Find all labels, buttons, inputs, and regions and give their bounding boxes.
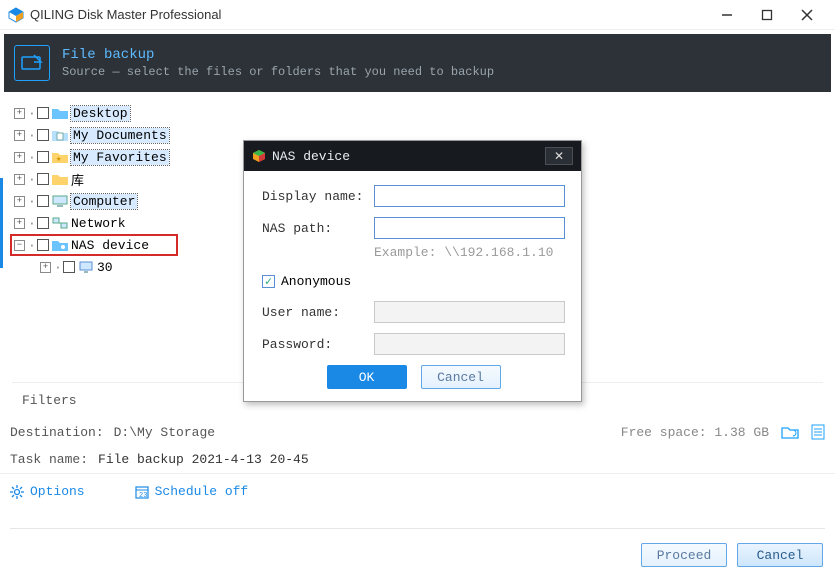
- tree-checkbox[interactable]: [63, 261, 75, 273]
- password-input[interactable]: [374, 333, 565, 355]
- file-backup-icon: [14, 45, 50, 81]
- tree-item-computer[interactable]: +·Computer: [12, 190, 242, 212]
- display-name-label: Display name:: [262, 189, 374, 204]
- tree-checkbox[interactable]: [37, 239, 49, 251]
- anonymous-label: Anonymous: [281, 274, 351, 289]
- footer-buttons: Proceed Cancel: [641, 543, 823, 567]
- tree-checkbox[interactable]: [37, 195, 49, 207]
- expand-toggle[interactable]: +: [14, 196, 25, 207]
- username-label: User name:: [262, 305, 374, 320]
- tree-checkbox[interactable]: [37, 129, 49, 141]
- expand-toggle[interactable]: +: [14, 152, 25, 163]
- computer-icon: [52, 194, 68, 208]
- dialog-titlebar: NAS device ✕: [244, 141, 581, 171]
- svg-text:23: 23: [139, 492, 147, 499]
- dialog-close-button[interactable]: ✕: [545, 147, 573, 165]
- expand-toggle[interactable]: +: [14, 108, 25, 119]
- calendar-icon: 23: [135, 485, 149, 499]
- browse-destination-icon[interactable]: [781, 425, 799, 439]
- calc-space-icon[interactable]: [811, 424, 825, 440]
- schedule-button[interactable]: 23 Schedule off: [135, 484, 249, 499]
- tree-item-nas-device[interactable]: −·NAS device: [10, 234, 178, 256]
- tree-checkbox[interactable]: [37, 217, 49, 229]
- tree-item-label: My Documents: [71, 128, 169, 143]
- tree-item-desktop[interactable]: +·Desktop: [12, 102, 242, 124]
- tree-checkbox[interactable]: [37, 151, 49, 163]
- folder-star-icon: ★: [52, 150, 68, 164]
- task-row: Task name: File backup 2021-4-13 20-45: [0, 446, 835, 473]
- task-name-value[interactable]: File backup 2021-4-13 20-45: [98, 452, 309, 467]
- cancel-button[interactable]: Cancel: [737, 543, 823, 567]
- tree-item-30[interactable]: +·30: [12, 256, 242, 278]
- tree-item-my-documents[interactable]: +·My Documents: [12, 124, 242, 146]
- gear-icon: [10, 485, 24, 499]
- app-logo-icon: [8, 7, 24, 23]
- tree-checkbox[interactable]: [37, 107, 49, 119]
- schedule-label: Schedule off: [155, 484, 249, 499]
- dialog-cancel-button[interactable]: Cancel: [421, 365, 501, 389]
- task-name-label: Task name:: [10, 452, 88, 467]
- folder-doc-icon: [52, 128, 68, 142]
- tree-item-my-favorites[interactable]: +·★My Favorites: [12, 146, 242, 168]
- expand-toggle[interactable]: +: [14, 218, 25, 229]
- page-title: File backup: [62, 47, 494, 63]
- tree-item-label: NAS device: [71, 238, 149, 253]
- tree-item-label: 30: [97, 260, 113, 275]
- nas-path-input[interactable]: [374, 217, 565, 239]
- tree-item-network[interactable]: +·Network: [12, 212, 242, 234]
- destination-label: Destination:: [10, 425, 104, 440]
- dialog-logo-icon: [252, 149, 266, 163]
- network-icon: [52, 216, 68, 230]
- expand-toggle[interactable]: −: [14, 240, 25, 251]
- options-button[interactable]: Options: [10, 484, 85, 499]
- folder-yellow-icon: [52, 172, 68, 186]
- titlebar: QILING Disk Master Professional: [0, 0, 835, 30]
- proceed-button[interactable]: Proceed: [641, 543, 727, 567]
- expand-toggle[interactable]: +: [40, 262, 51, 273]
- window-title: QILING Disk Master Professional: [30, 7, 221, 22]
- tree-item-label: Desktop: [71, 106, 130, 121]
- nas-path-label: NAS path:: [262, 221, 374, 236]
- nas-path-example: Example: \\192.168.1.10: [374, 245, 565, 260]
- expand-toggle[interactable]: +: [14, 130, 25, 141]
- close-button[interactable]: [787, 1, 827, 29]
- divider: [10, 528, 825, 529]
- nas-device-dialog: NAS device ✕ Display name: NAS path: Exa…: [243, 140, 582, 402]
- free-space-label: Free space: 1.38 GB: [621, 425, 769, 440]
- minimize-button[interactable]: [707, 1, 747, 29]
- expand-toggle[interactable]: +: [14, 174, 25, 185]
- tree-item-库[interactable]: +·库: [12, 168, 242, 190]
- page-subtitle: Source — select the files or folders tha…: [62, 65, 494, 79]
- dialog-ok-button[interactable]: OK: [327, 365, 407, 389]
- tree-item-label: My Favorites: [71, 150, 169, 165]
- dialog-title: NAS device: [272, 149, 350, 164]
- monitor-icon: [78, 260, 94, 274]
- tree-item-label: Computer: [71, 194, 137, 209]
- destination-row: Destination: D:\My Storage Free space: 1…: [0, 418, 835, 446]
- folder-blue-icon: [52, 106, 68, 120]
- svg-text:★: ★: [56, 154, 62, 163]
- options-row: Options 23 Schedule off: [0, 473, 835, 505]
- maximize-button[interactable]: [747, 1, 787, 29]
- nas-icon: [52, 238, 68, 252]
- destination-value: D:\My Storage: [114, 425, 215, 440]
- display-name-input[interactable]: [374, 185, 565, 207]
- tree-item-label: Network: [71, 216, 126, 231]
- password-label: Password:: [262, 337, 374, 352]
- tree-item-label: 库: [71, 170, 84, 189]
- page-header: File backup Source — select the files or…: [4, 34, 831, 92]
- options-label: Options: [30, 484, 85, 499]
- tree-checkbox[interactable]: [37, 173, 49, 185]
- source-tree: +·Desktop+·My Documents+·★My Favorites+·…: [12, 102, 242, 278]
- anonymous-checkbox[interactable]: ✓: [262, 275, 275, 288]
- username-input[interactable]: [374, 301, 565, 323]
